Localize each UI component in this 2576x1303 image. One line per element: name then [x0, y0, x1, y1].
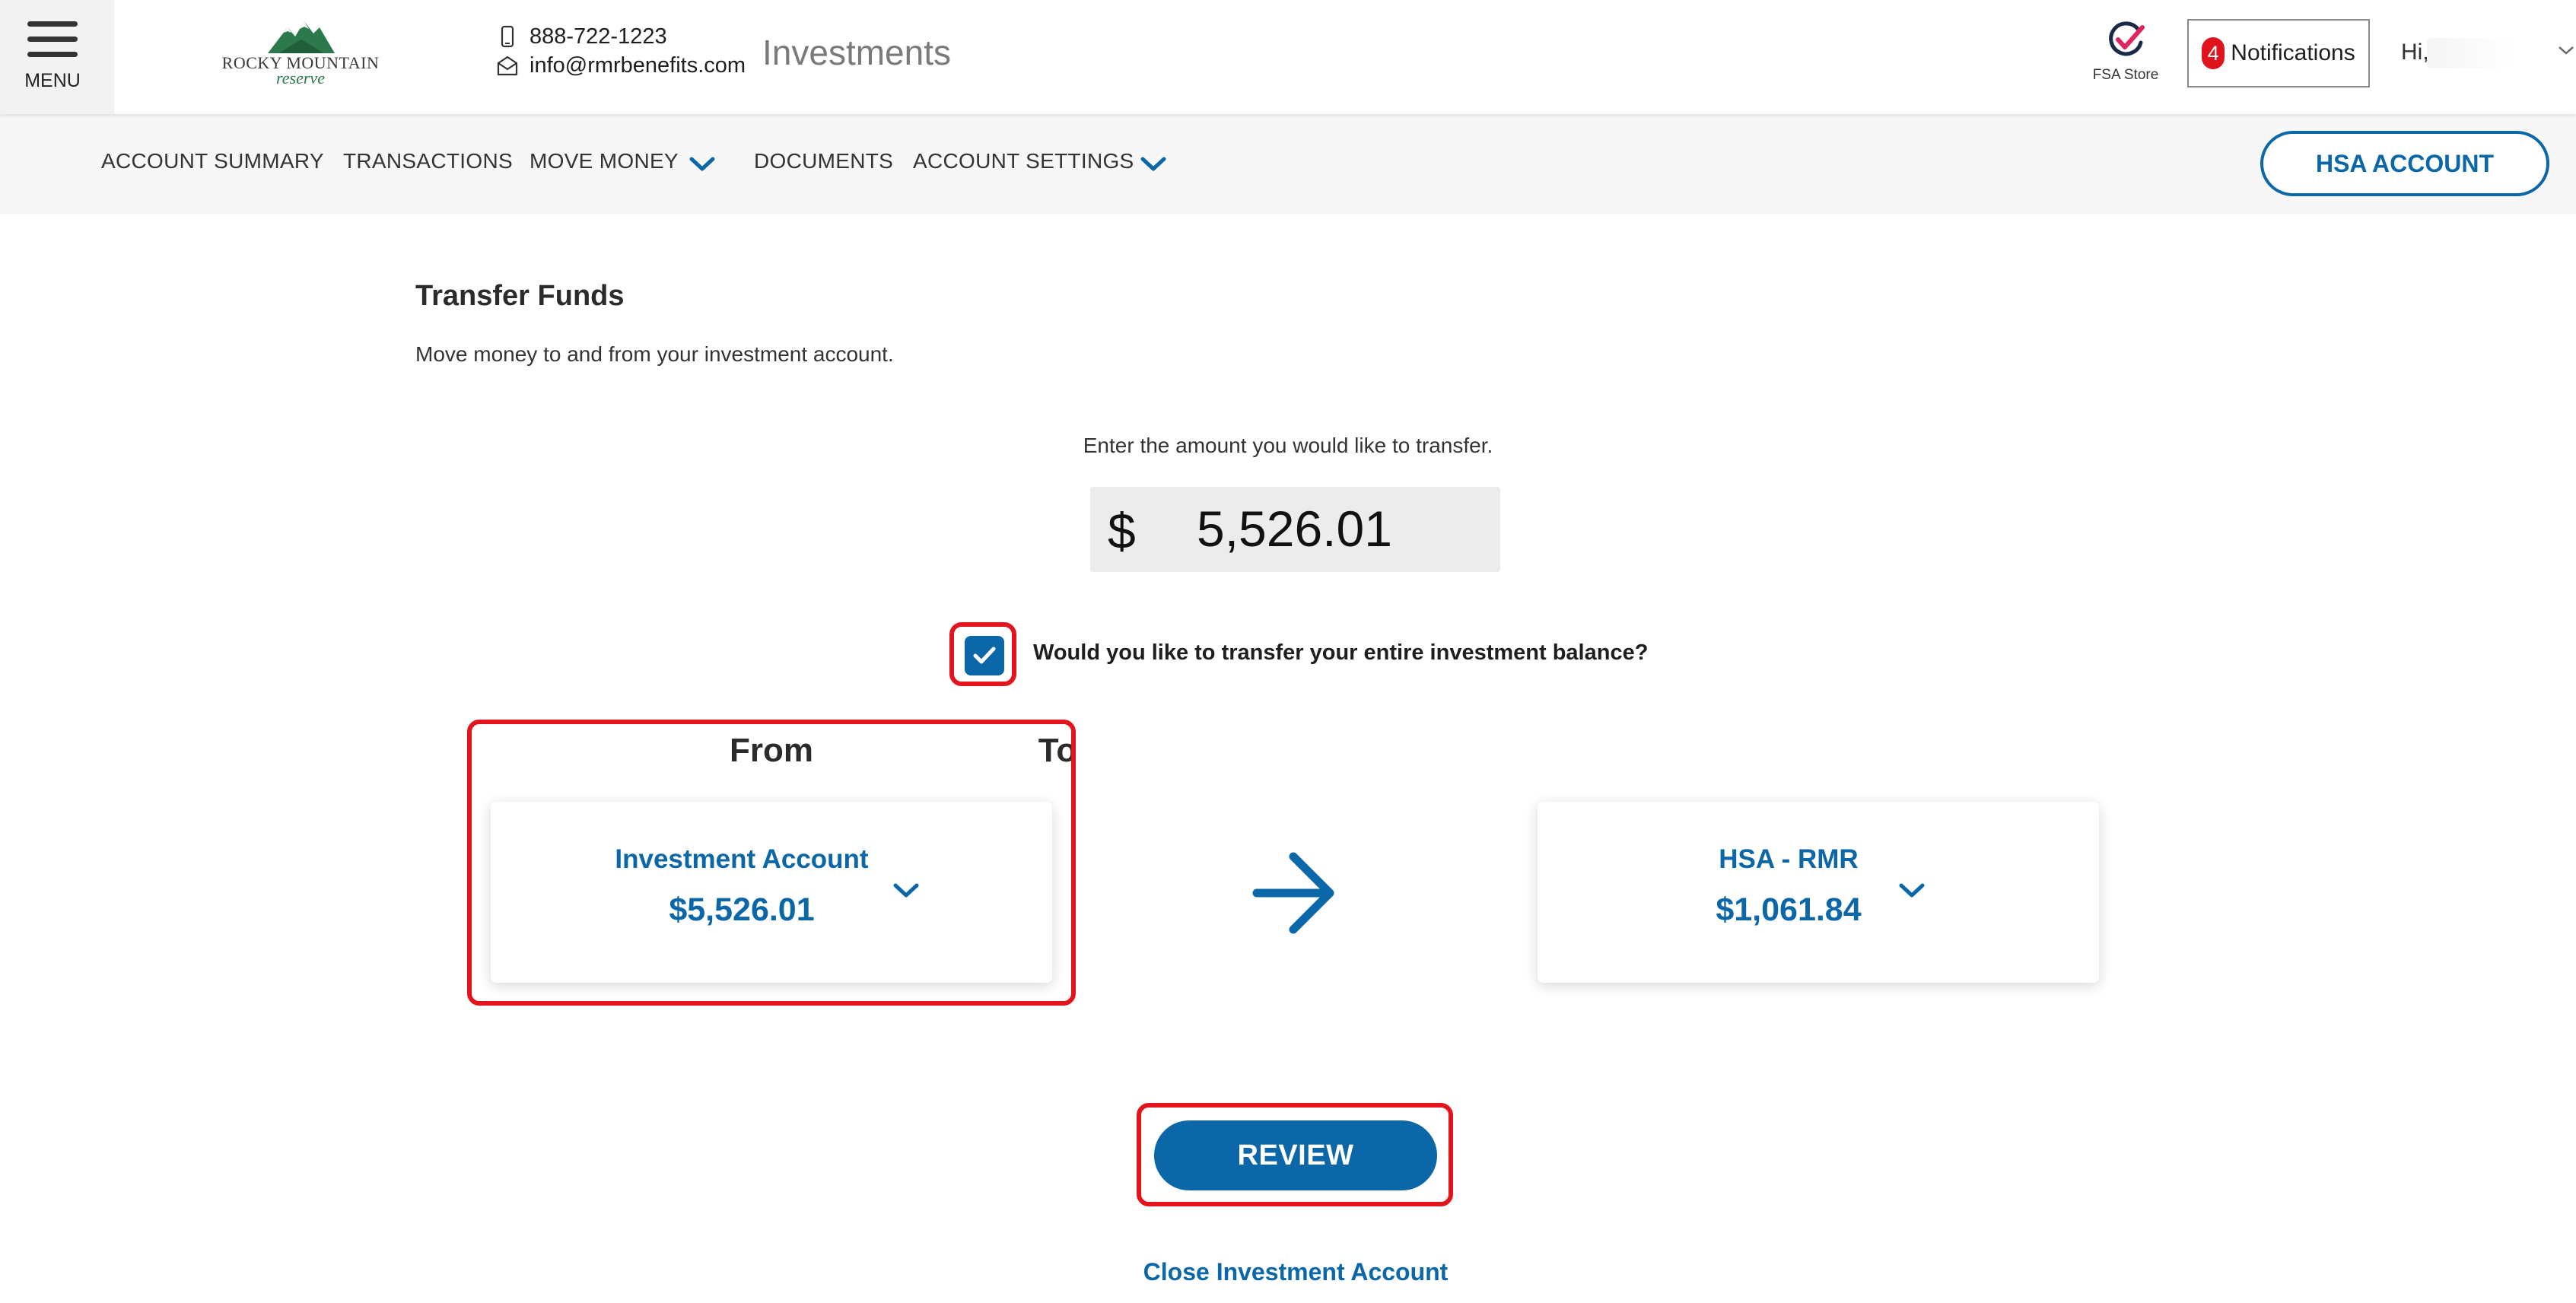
account-nav-bar: ACCOUNT SUMMARY TRANSACTIONS MOVE MONEY … [0, 114, 2576, 215]
hamburger-menu-icon-bar [27, 52, 78, 57]
top-header: MENU ROCKY MOUNTAIN reserve 888-722-1223… [0, 0, 2576, 114]
menu-button[interactable]: MENU [0, 0, 114, 114]
mountain-logo-icon [268, 21, 335, 53]
check-badge-icon [2109, 21, 2145, 56]
page-subtitle: Move money to and from your investment a… [415, 342, 894, 366]
checkmark-icon [973, 647, 996, 664]
to-account-name: HSA - RMR [1719, 844, 1859, 874]
account-settings-chevron-down-icon[interactable] [1140, 155, 1167, 173]
amount-field[interactable]: $ [1090, 487, 1500, 572]
contact-phone[interactable]: 888-722-1223 [496, 23, 667, 50]
review-button[interactable]: REVIEW [1154, 1120, 1437, 1190]
company-logo[interactable]: ROCKY MOUNTAIN reserve [221, 17, 380, 93]
to-account-balance: $1,061.84 [1716, 891, 1862, 928]
user-menu-chevron-down-icon[interactable] [2556, 43, 2576, 58]
to-account-selector[interactable]: HSA - RMR $1,061.84 [1538, 802, 2099, 983]
from-account-name: Investment Account [615, 844, 869, 874]
entire-balance-label: Would you like to transfer your entire i… [1033, 640, 1649, 665]
entire-balance-checkbox[interactable] [965, 636, 1004, 675]
notification-count-badge: 4 [2202, 37, 2225, 69]
notifications-button[interactable]: 4 Notifications [2187, 19, 2370, 87]
nav-transactions[interactable]: TRANSACTIONS [343, 149, 513, 173]
envelope-icon [497, 56, 518, 76]
hamburger-menu-icon-bar [27, 37, 78, 42]
nav-account-settings[interactable]: ACCOUNT SETTINGS [913, 149, 1134, 173]
currency-symbol: $ [1108, 503, 1136, 559]
menu-label: MENU [24, 70, 81, 91]
to-heading: To [1038, 732, 1077, 769]
page-title: Transfer Funds [415, 280, 625, 312]
nav-move-money[interactable]: MOVE MONEY [530, 149, 679, 173]
app-title: Investments [762, 33, 951, 72]
user-greeting[interactable]: Hi, [2401, 40, 2429, 65]
move-money-chevron-down-icon[interactable] [689, 155, 716, 173]
nav-account-summary[interactable]: ACCOUNT SUMMARY [101, 149, 324, 173]
email-address: info@rmrbenefits.com [530, 52, 746, 78]
amount-input[interactable] [1197, 494, 1486, 563]
fsa-store-link[interactable]: FSA Store [2091, 21, 2161, 90]
notifications-label: Notifications [2231, 40, 2355, 65]
hamburger-menu-icon [27, 21, 78, 27]
phone-icon [501, 25, 514, 48]
phone-number: 888-722-1223 [530, 24, 667, 49]
fsa-store-label: FSA Store [2092, 67, 2159, 83]
from-account-selector[interactable]: Investment Account $5,526.01 [491, 802, 1052, 983]
hsa-account-button[interactable]: HSA ACCOUNT [2260, 131, 2549, 196]
from-heading: From [730, 732, 813, 769]
from-chevron-down-icon[interactable] [891, 881, 921, 901]
nav-documents[interactable]: DOCUMENTS [754, 149, 893, 173]
arrow-right-icon [1252, 852, 1334, 934]
logo-script-text: reserve [276, 68, 325, 87]
contact-email[interactable]: info@rmrbenefits.com [496, 52, 746, 79]
to-chevron-down-icon[interactable] [1897, 881, 1927, 901]
user-name-redacted [2427, 38, 2556, 68]
amount-prompt: Enter the amount you would like to trans… [1083, 434, 1493, 457]
close-investment-account-link[interactable]: Close Investment Account [1060, 1258, 1531, 1286]
